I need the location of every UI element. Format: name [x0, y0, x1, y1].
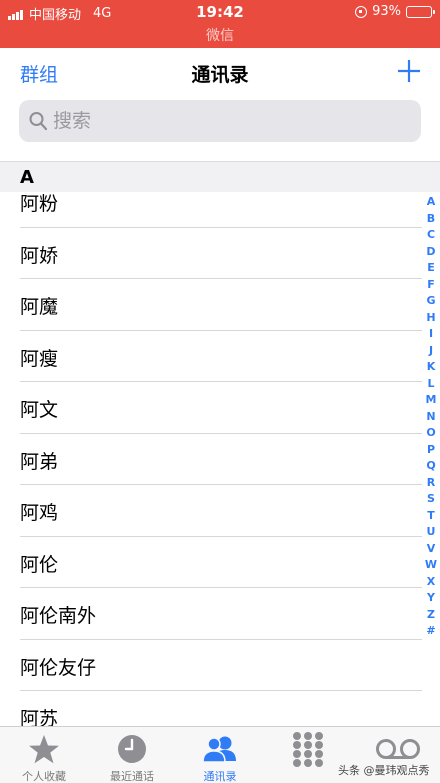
tab-recents[interactable]: 最近通话 — [88, 727, 176, 783]
contact-name: 阿文 — [20, 399, 59, 421]
contact-name: 阿娇 — [20, 244, 59, 267]
contact-name: 阿伦 — [20, 553, 59, 576]
page-title: 通讯录 — [191, 64, 249, 86]
index-letter[interactable]: G — [424, 293, 438, 310]
index-letter[interactable]: A — [424, 194, 438, 211]
tab-favorites[interactable]: 个人收藏 — [0, 727, 88, 783]
index-letter[interactable]: O — [424, 425, 438, 442]
plus-icon[interactable] — [396, 58, 422, 84]
index-letter[interactable]: I — [424, 326, 438, 343]
alphabet-index[interactable]: A B C D E F G H I J K L M N O P Q R S T U V W X Y Z # — [424, 194, 438, 640]
nav-bar: 群组 通讯录 — [0, 48, 440, 100]
index-letter[interactable]: S — [424, 491, 438, 508]
contact-list[interactable]: 阿粉阿娇阿魔阿瘦阿文阿弟阿鸡阿伦阿伦南外阿伦友仔阿苏 — [0, 192, 440, 726]
index-letter[interactable]: X — [424, 574, 438, 591]
contact-row[interactable]: 阿苏 — [0, 691, 440, 726]
contacts-icon — [202, 736, 236, 763]
tab-contacts[interactable]: 通讯录 — [176, 727, 264, 783]
index-letter[interactable]: # — [424, 623, 438, 640]
search-bar[interactable] — [19, 100, 421, 142]
app-subtitle: 微信 — [206, 28, 234, 44]
contact-name: 阿魔 — [20, 296, 59, 318]
index-letter[interactable]: Y — [424, 590, 438, 607]
status-right: 93% — [355, 4, 435, 19]
voicemail-icon — [376, 739, 420, 759]
section-header-letter: A — [20, 167, 34, 188]
index-letter[interactable]: Q — [424, 458, 438, 475]
contact-row[interactable]: 阿瘦 — [0, 331, 440, 383]
index-letter[interactable]: D — [424, 244, 438, 261]
contact-row[interactable]: 阿娇 — [0, 228, 440, 280]
status-bar: 中国移动 4G 19:42 微信 93% — [0, 0, 440, 48]
index-letter[interactable]: C — [424, 227, 438, 244]
index-letter[interactable]: P — [424, 442, 438, 459]
tab-label: 通讯录 — [203, 770, 237, 783]
index-letter[interactable]: H — [424, 310, 438, 327]
watermark: 头条 @曼玮观点秀 — [338, 764, 430, 777]
contact-row[interactable]: 阿弟 — [0, 434, 440, 486]
index-letter[interactable]: E — [424, 260, 438, 277]
contact-row[interactable]: 阿文 — [0, 382, 440, 434]
tab-label: 最近通话 — [110, 770, 154, 783]
index-letter[interactable]: K — [424, 359, 438, 376]
rotation-lock-icon — [355, 5, 368, 18]
index-letter[interactable]: V — [424, 541, 438, 558]
index-letter[interactable]: M — [424, 392, 438, 409]
contact-row[interactable]: 阿伦友仔 — [0, 640, 440, 692]
index-letter[interactable]: Z — [424, 607, 438, 624]
search-input[interactable] — [53, 106, 403, 136]
battery-percent: 93% — [372, 4, 401, 19]
contact-name: 阿伦友仔 — [20, 656, 97, 679]
section-header: A — [0, 161, 440, 192]
contact-name: 阿粉 — [20, 193, 59, 215]
index-letter[interactable]: T — [424, 508, 438, 525]
index-letter[interactable]: B — [424, 211, 438, 228]
index-letter[interactable]: F — [424, 277, 438, 294]
battery-icon — [406, 5, 435, 18]
index-letter[interactable]: N — [424, 409, 438, 426]
index-letter[interactable]: U — [424, 524, 438, 541]
contact-name: 阿瘦 — [20, 347, 59, 370]
contact-row[interactable]: 阿伦 — [0, 537, 440, 589]
keypad-icon — [293, 732, 323, 767]
clock-icon — [118, 735, 146, 763]
search-icon — [29, 112, 47, 131]
contact-name: 阿弟 — [20, 450, 59, 473]
contact-name: 阿鸡 — [20, 502, 59, 524]
contact-row[interactable]: 阿伦南外 — [0, 588, 440, 640]
tab-label: 个人收藏 — [22, 770, 66, 783]
index-letter[interactable]: W — [424, 557, 438, 574]
index-letter[interactable]: L — [424, 376, 438, 393]
contact-name: 阿苏 — [20, 708, 59, 726]
contact-row[interactable]: 阿鸡 — [0, 485, 440, 537]
contact-name: 阿伦南外 — [20, 605, 97, 627]
contact-row[interactable]: 阿魔 — [0, 279, 440, 331]
index-letter[interactable]: J — [424, 343, 438, 360]
star-icon — [29, 735, 59, 764]
index-letter[interactable]: R — [424, 475, 438, 492]
contact-row[interactable]: 阿粉 — [0, 192, 440, 228]
